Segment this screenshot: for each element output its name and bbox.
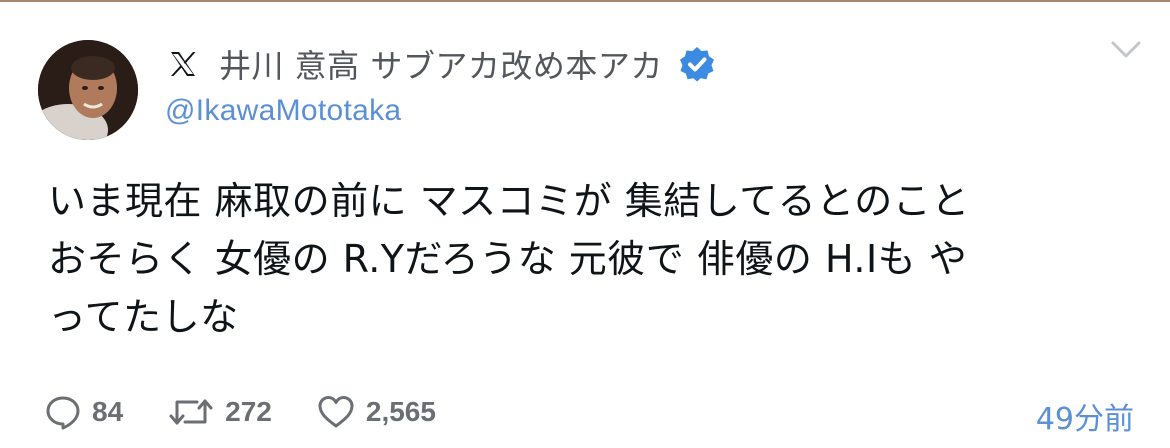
top-divider [0, 0, 1170, 2]
like-count: 2,565 [365, 396, 436, 427]
chevron-down-icon[interactable] [1110, 38, 1142, 62]
tweet-actions: 84 272 2,565 49分前 [44, 390, 1134, 437]
display-name[interactable]: 井川 意高 サブアカ改め本アカ [219, 41, 663, 87]
avatar-photo [38, 40, 138, 140]
heart-icon [318, 396, 354, 428]
tweet-text: いま現在 麻取の前に マスコミが 集結してるとのこと おそらく 女優の R.Yだ… [48, 179, 970, 339]
retweet-count: 272 [225, 396, 272, 427]
reply-icon [46, 396, 80, 430]
retweet-icon [169, 399, 213, 425]
retweet-button[interactable]: 272 [167, 393, 272, 431]
name-row: 井川 意高 サブアカ改め本アカ [165, 40, 1065, 88]
user-handle[interactable]: @IkawaMototaka [165, 94, 1065, 128]
tweet-timestamp[interactable]: 49分前 [1036, 394, 1134, 438]
reply-count: 84 [92, 396, 124, 427]
verified-badge-icon [677, 44, 717, 84]
x-logo-icon[interactable] [165, 46, 201, 82]
like-button[interactable]: 2,565 [316, 393, 436, 431]
reply-button[interactable]: 84 [44, 393, 123, 431]
avatar[interactable] [38, 40, 138, 140]
tweet-header: 井川 意高 サブアカ改め本アカ @IkawaMototaka [165, 40, 1065, 128]
